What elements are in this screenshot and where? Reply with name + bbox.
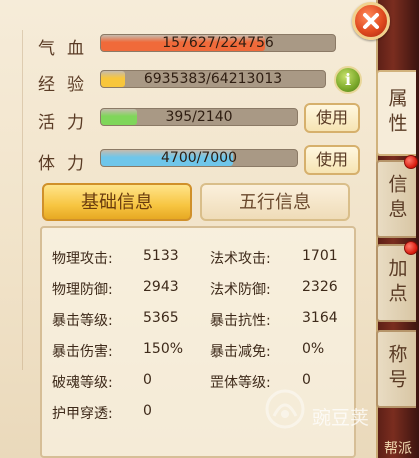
side-tab-title[interactable]: 称号 (376, 330, 416, 408)
exp-value: 6935383/64213013 (143, 71, 283, 87)
exp-label: 经验 (38, 75, 96, 95)
attr-value: 2943 (143, 279, 179, 295)
attr-label: 暴击等级: (52, 313, 113, 329)
attr-value: 0 (143, 403, 152, 419)
close-button[interactable] (352, 2, 390, 40)
vitality-bar: 395/2140 (100, 108, 298, 126)
notification-dot (404, 155, 418, 169)
attr-value: 1701 (302, 248, 338, 264)
stamina-label: 体力 (38, 154, 96, 174)
hp-label: 气血 (38, 39, 96, 59)
attr-label: 暴击伤害: (52, 344, 113, 360)
info-button[interactable]: i (334, 66, 362, 94)
attributes-panel: 物理攻击: 5133 法术攻击: 1701 物理防御: 2943 法术防御: 2… (40, 226, 356, 458)
notification-dot (404, 241, 418, 255)
vitality-label: 活力 (38, 113, 96, 133)
attr-value: 0% (302, 341, 325, 357)
attr-value: 5365 (143, 310, 179, 326)
attr-label: 暴击抗性: (210, 313, 271, 329)
attr-label: 破魂等级: (52, 375, 113, 391)
tab-basic-info[interactable]: 基础信息 (42, 183, 192, 221)
side-tab-attributes[interactable]: 属性 (376, 70, 416, 156)
use-stamina-button[interactable]: 使用 (304, 145, 360, 175)
hp-bar: 157627/224756 (100, 34, 336, 52)
close-icon (363, 13, 379, 29)
attr-label: 法术攻击: (210, 251, 271, 267)
vitality-value: 395/2140 (165, 109, 233, 125)
attr-label: 暴击减免: (210, 344, 271, 360)
tab-five-elements[interactable]: 五行信息 (200, 183, 350, 221)
attr-value: 5133 (143, 248, 179, 264)
attr-value: 0 (143, 372, 152, 388)
side-tab-points[interactable]: 加点 (376, 244, 416, 322)
attr-label: 物理攻击: (52, 251, 113, 267)
attr-value: 2326 (302, 279, 338, 295)
watermark-text: 豌豆荚 (312, 407, 370, 429)
stamina-value: 4700/7000 (161, 150, 237, 166)
attr-label: 物理防御: (52, 282, 113, 298)
attr-label: 法术防御: (210, 282, 271, 298)
guild-label[interactable]: 帮派 (384, 438, 412, 458)
attr-value: 150% (143, 341, 184, 357)
use-vitality-button[interactable]: 使用 (304, 103, 360, 133)
attr-label: 护甲穿透: (52, 406, 113, 422)
hp-value: 157627/224756 (162, 35, 274, 51)
exp-bar: 6935383/64213013 (100, 70, 326, 88)
watermark-logo (265, 389, 305, 429)
attr-value: 3164 (302, 310, 338, 326)
stamina-bar: 4700/7000 (100, 149, 298, 167)
side-tab-info[interactable]: 信息 (376, 160, 416, 238)
